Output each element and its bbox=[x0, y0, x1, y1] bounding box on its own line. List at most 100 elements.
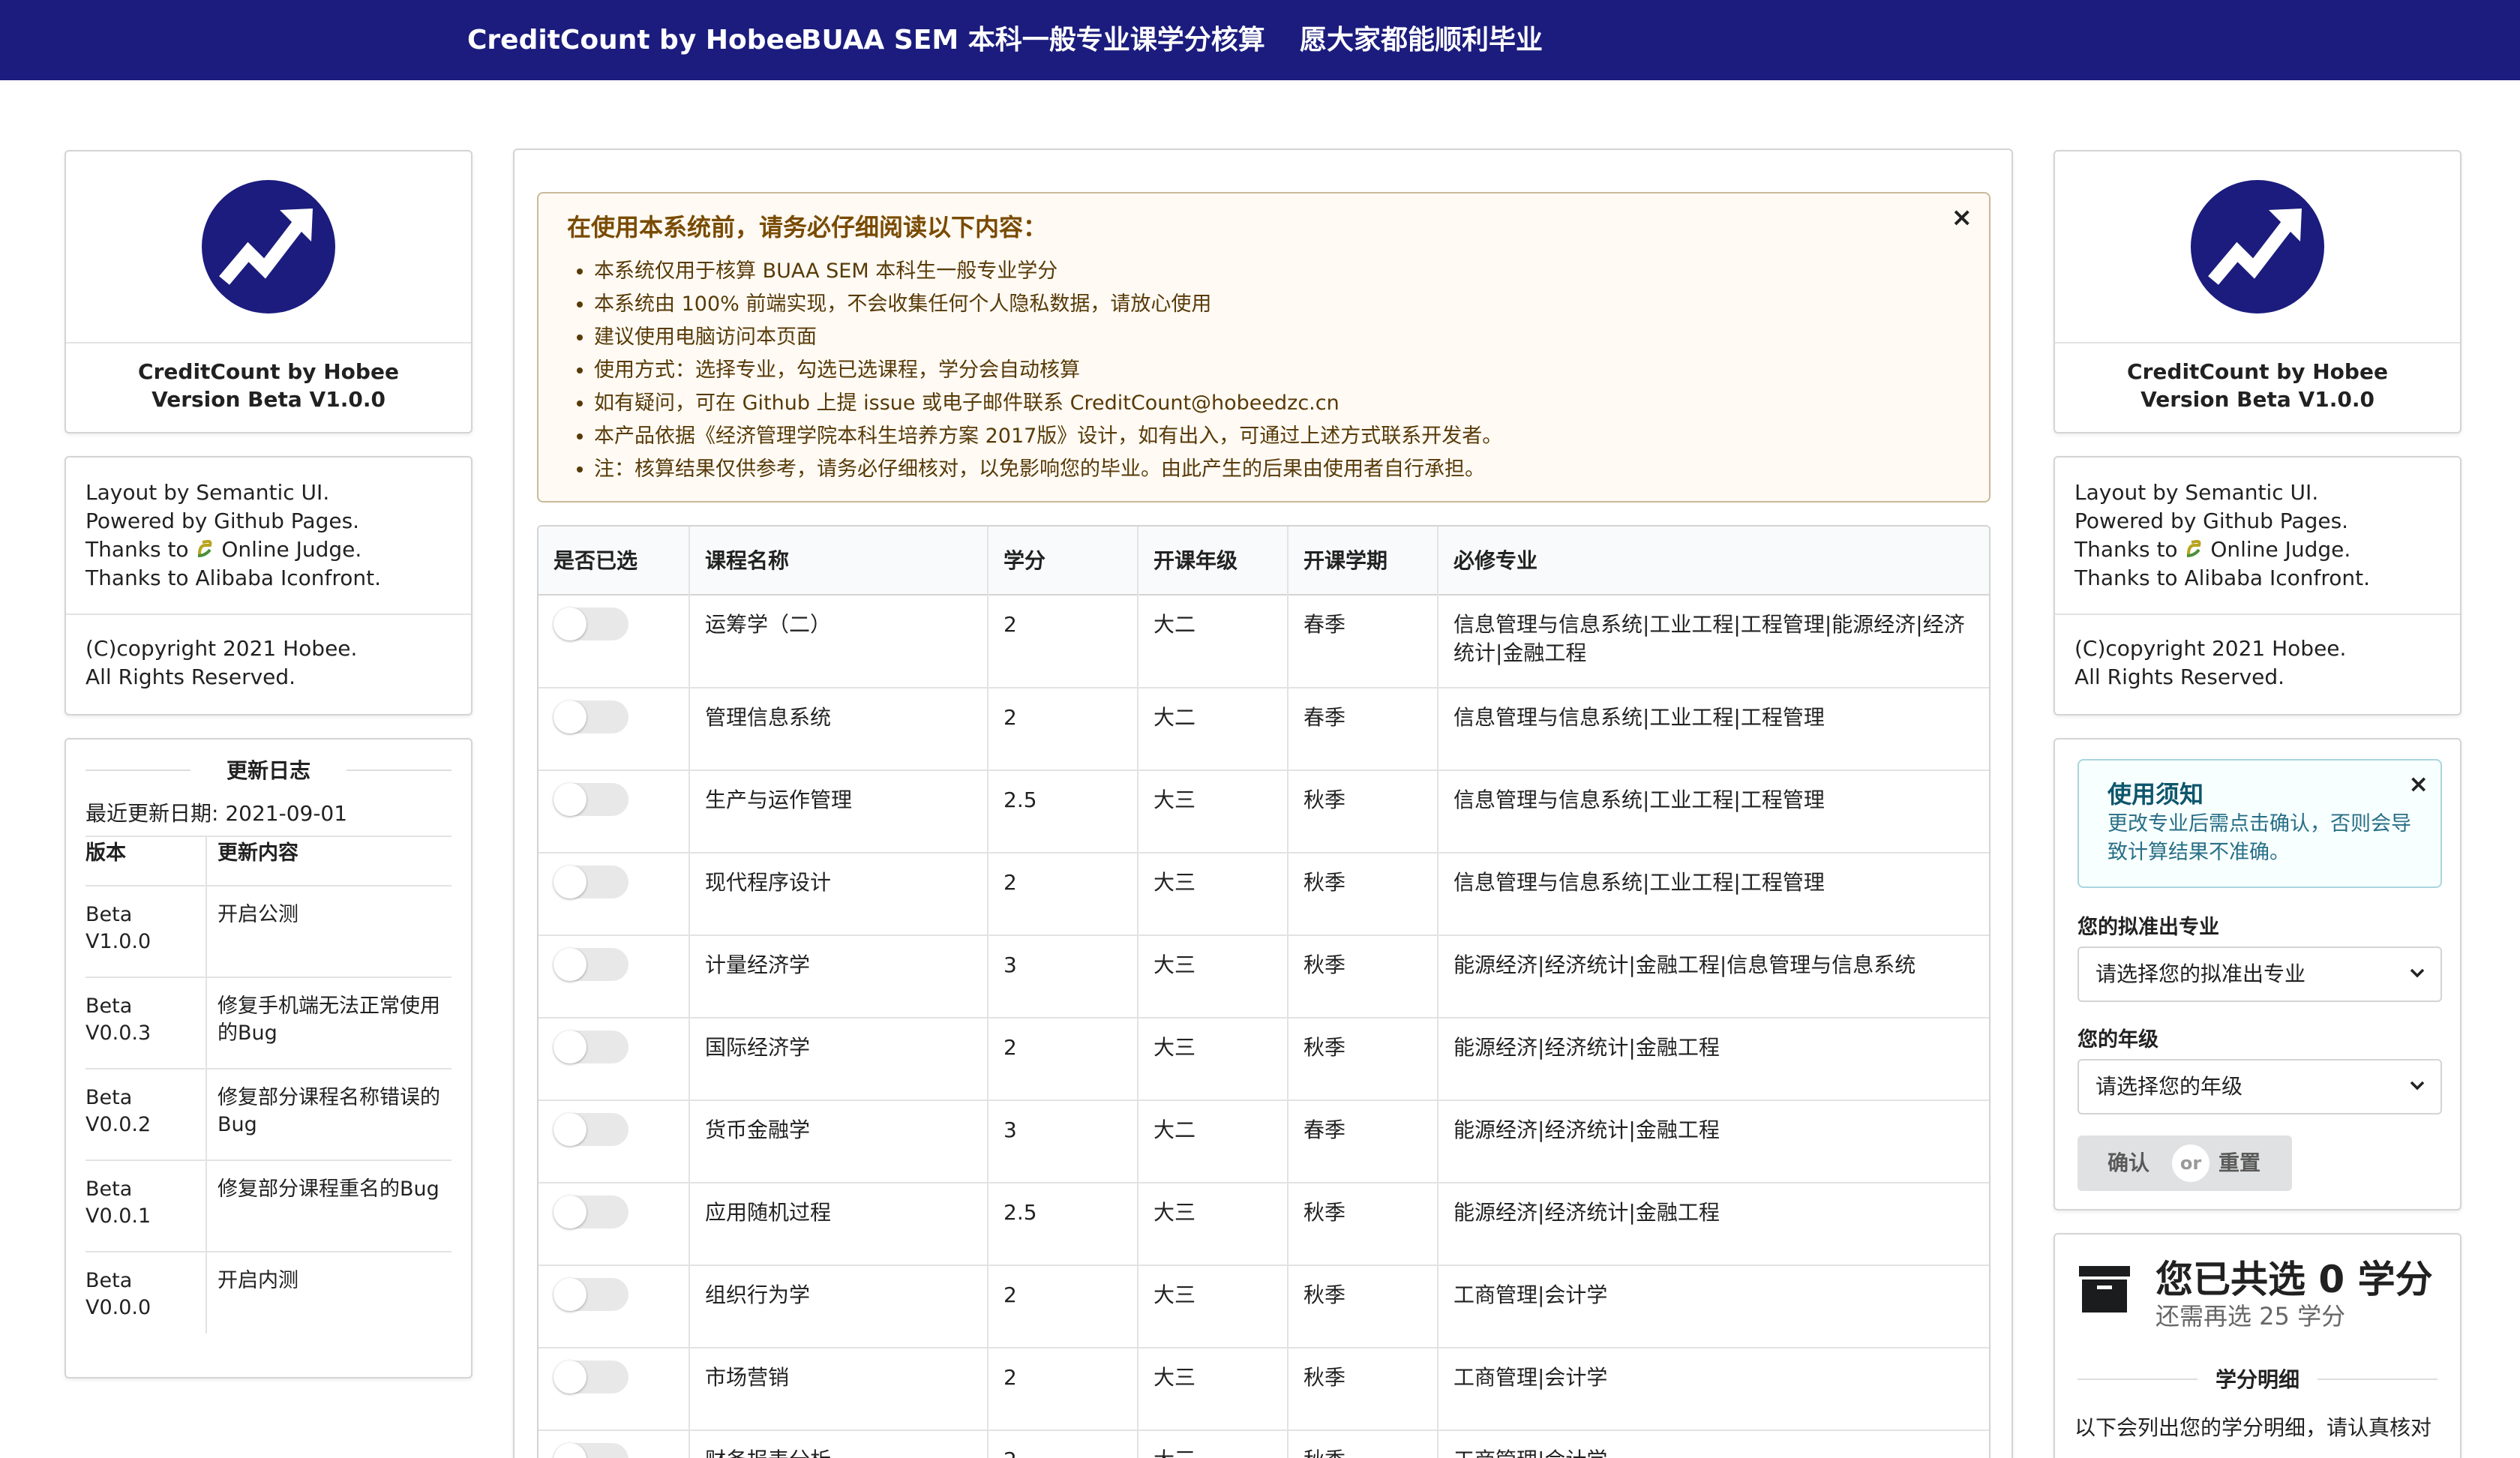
title-rule-left bbox=[86, 770, 190, 771]
toggle-knob bbox=[554, 1278, 586, 1311]
changelog-title-text: 更新日志 bbox=[226, 758, 310, 783]
course-selected-toggle[interactable] bbox=[554, 700, 628, 734]
grade-label: 您的年级 bbox=[2078, 1028, 2158, 1052]
about-text: Layout by Semantic UI. Powered by Github… bbox=[2074, 478, 2370, 592]
header-course-name: 课程名称 bbox=[705, 548, 790, 573]
changelog-version: Beta V0.0.1 bbox=[86, 1176, 198, 1230]
content-line1: 修复手机端无法正常使用 bbox=[218, 994, 440, 1018]
content-line2: Bug bbox=[218, 1113, 257, 1136]
course-selected-toggle[interactable] bbox=[554, 783, 628, 816]
course-required-major: 信息管理与信息系统|工业工程|工程管理 bbox=[1438, 786, 1978, 814]
logo-area bbox=[2055, 152, 2460, 344]
changelog-content: 修复部分课程名称错误的 Bug bbox=[218, 1084, 452, 1138]
course-name: 市场营销 bbox=[705, 1365, 790, 1390]
course-required-major: 工商管理|会计学 bbox=[1438, 1364, 1978, 1392]
changelog-updated: 最近更新日期: 2021-09-01 bbox=[86, 801, 348, 826]
cell-separator bbox=[206, 1161, 207, 1251]
table-row: 管理信息系统 2 大二 春季 信息管理与信息系统|工业工程|工程管理 bbox=[538, 688, 1989, 771]
content-line1: 修复部分课程名称错误的 bbox=[218, 1086, 440, 1109]
course-selected-toggle[interactable] bbox=[554, 1196, 628, 1228]
detail-description: 以下会列出您的学分明细，请认真核对 bbox=[2074, 1415, 2432, 1440]
about-oj-prefix: Thanks to bbox=[2074, 537, 2185, 562]
python-icon bbox=[195, 538, 214, 557]
course-grade: 大三 bbox=[1154, 1365, 1196, 1390]
version-line2: V0.0.1 bbox=[86, 1204, 152, 1228]
course-name: 财务报表分析 bbox=[690, 1446, 831, 1458]
course-term: 秋季 bbox=[1304, 1200, 1346, 1225]
title-rule-right bbox=[2318, 1378, 2438, 1380]
about-oj-prefix: Thanks to bbox=[86, 537, 196, 562]
course-selected-toggle[interactable] bbox=[554, 1113, 628, 1146]
course-grade: 大三 bbox=[1154, 952, 1196, 977]
archive-box-icon bbox=[2079, 1266, 2130, 1312]
chevron-down-icon bbox=[2410, 1081, 2425, 1090]
copyright-line1: (C)copyright 2021 Hobee. bbox=[86, 636, 358, 661]
changelog-content: 开启内测 bbox=[218, 1268, 452, 1294]
course-selected-toggle[interactable] bbox=[554, 1278, 628, 1311]
brand-version: Version Beta V1.0.0 bbox=[152, 387, 386, 412]
major-line1: 能源经济|经济统计|金融工程 bbox=[1454, 1200, 1720, 1225]
menu-item-slogan[interactable]: 愿大家都能顺利毕业 bbox=[1300, 0, 1543, 80]
notice-header: 在使用本系统前，请务必仔细阅读以下内容： bbox=[567, 213, 1048, 242]
course-selected-toggle[interactable] bbox=[554, 608, 628, 640]
divider bbox=[2055, 614, 2460, 615]
course-term: 春季 bbox=[1304, 705, 1346, 730]
course-selected-toggle[interactable] bbox=[554, 866, 628, 898]
about-text: Layout by Semantic UI. Powered by Github… bbox=[86, 478, 381, 592]
toggle-knob bbox=[554, 700, 586, 734]
detail-title-text: 学分明细 bbox=[2215, 1367, 2300, 1392]
course-name: 生产与运作管理 bbox=[705, 788, 853, 812]
menu-item-title[interactable]: BUAA SEM 本科一般专业课学分核算 bbox=[801, 0, 1265, 80]
major-line1: 能源经济|经济统计|金融工程|信息管理与信息系统 bbox=[1454, 952, 1916, 977]
course-selected-toggle[interactable] bbox=[554, 1360, 628, 1394]
brand-title: CreditCount by Hobee bbox=[2127, 359, 2388, 384]
toggle-knob bbox=[554, 608, 586, 640]
confirm-reset-group: 确认 or 重置 bbox=[2078, 1136, 2292, 1191]
notice-message: 在使用本系统前，请务必仔细阅读以下内容： × 本系统仅用于核算 BUAA SEM… bbox=[537, 192, 1990, 502]
chart-arrow-up-icon bbox=[2191, 180, 2324, 314]
about-oj-suffix: Online Judge. bbox=[2204, 537, 2351, 562]
version-line1: Beta bbox=[86, 1178, 133, 1201]
content-line1: 修复部分课程重名的Bug bbox=[218, 1178, 440, 1201]
course-term: 春季 bbox=[1304, 612, 1346, 637]
major-label: 您的拟准出专业 bbox=[2078, 916, 2219, 939]
cell-separator bbox=[206, 1070, 207, 1160]
confirm-button[interactable]: 确认 bbox=[2108, 1136, 2150, 1191]
about-line-iconfont: Thanks to Alibaba Iconfront. bbox=[86, 566, 381, 590]
title-rule-right bbox=[346, 770, 452, 771]
table-row: 国际经济学 2 大三 秋季 能源经济|经济统计|金融工程 bbox=[538, 1018, 1989, 1101]
notice-item: 使用方式：选择专业，勾选已选课程，学分会自动核算 bbox=[594, 354, 1502, 387]
changelog-row: Beta V0.0.0 开启内测 bbox=[86, 1251, 452, 1334]
course-credit: 2 bbox=[1004, 705, 1017, 730]
course-selected-toggle[interactable] bbox=[554, 1030, 628, 1064]
reset-button[interactable]: 重置 bbox=[2218, 1136, 2260, 1191]
major-line1: 工商管理|会计学 bbox=[1454, 1282, 1608, 1307]
copyright-line2: All Rights Reserved. bbox=[86, 664, 296, 689]
major-line1: 信息管理与信息系统|工业工程|工程管理|能源经济|经济 bbox=[1454, 612, 1965, 637]
course-selected-toggle[interactable] bbox=[554, 948, 628, 981]
toggle-knob bbox=[554, 1443, 586, 1458]
menu-item-brand[interactable]: CreditCount by Hobee bbox=[467, 0, 802, 80]
major-line1: 工商管理|会计学 bbox=[1454, 1446, 1978, 1458]
course-name: 组织行为学 bbox=[705, 1282, 811, 1307]
course-grade: 大二 bbox=[1154, 705, 1196, 730]
toggle-knob bbox=[554, 783, 586, 816]
course-selected-toggle[interactable] bbox=[554, 1443, 628, 1458]
grade-select[interactable]: 请选择您的年级 bbox=[2078, 1059, 2442, 1114]
course-term: 秋季 bbox=[1288, 1446, 1346, 1458]
course-required-major: 能源经济|经济统计|金融工程 bbox=[1438, 1034, 1978, 1062]
toggle-knob bbox=[554, 1360, 586, 1394]
title-rule-left bbox=[2078, 1378, 2198, 1380]
course-name: 管理信息系统 bbox=[705, 705, 832, 730]
header-grade: 开课年级 bbox=[1154, 548, 1238, 573]
course-required-major: 能源经济|经济统计|金融工程|信息管理与信息系统 bbox=[1438, 951, 1978, 980]
col-version-header: 版本 bbox=[86, 842, 126, 865]
header-required-major: 必修专业 bbox=[1454, 548, 1538, 573]
changelog-version: Beta V0.0.3 bbox=[86, 993, 198, 1047]
usage-notice: 使用须知 × 更改专业后需点击确认，否则会导致计算结果不准确。 bbox=[2078, 759, 2442, 888]
close-icon[interactable]: × bbox=[1952, 202, 1973, 232]
close-icon[interactable]: × bbox=[2408, 770, 2428, 798]
usage-body: 更改专业后需点击确认，否则会导致计算结果不准确。 bbox=[2108, 812, 2411, 864]
major-select[interactable]: 请选择您的拟准出专业 bbox=[2078, 946, 2442, 1002]
course-grade: 大三 bbox=[1154, 788, 1196, 812]
